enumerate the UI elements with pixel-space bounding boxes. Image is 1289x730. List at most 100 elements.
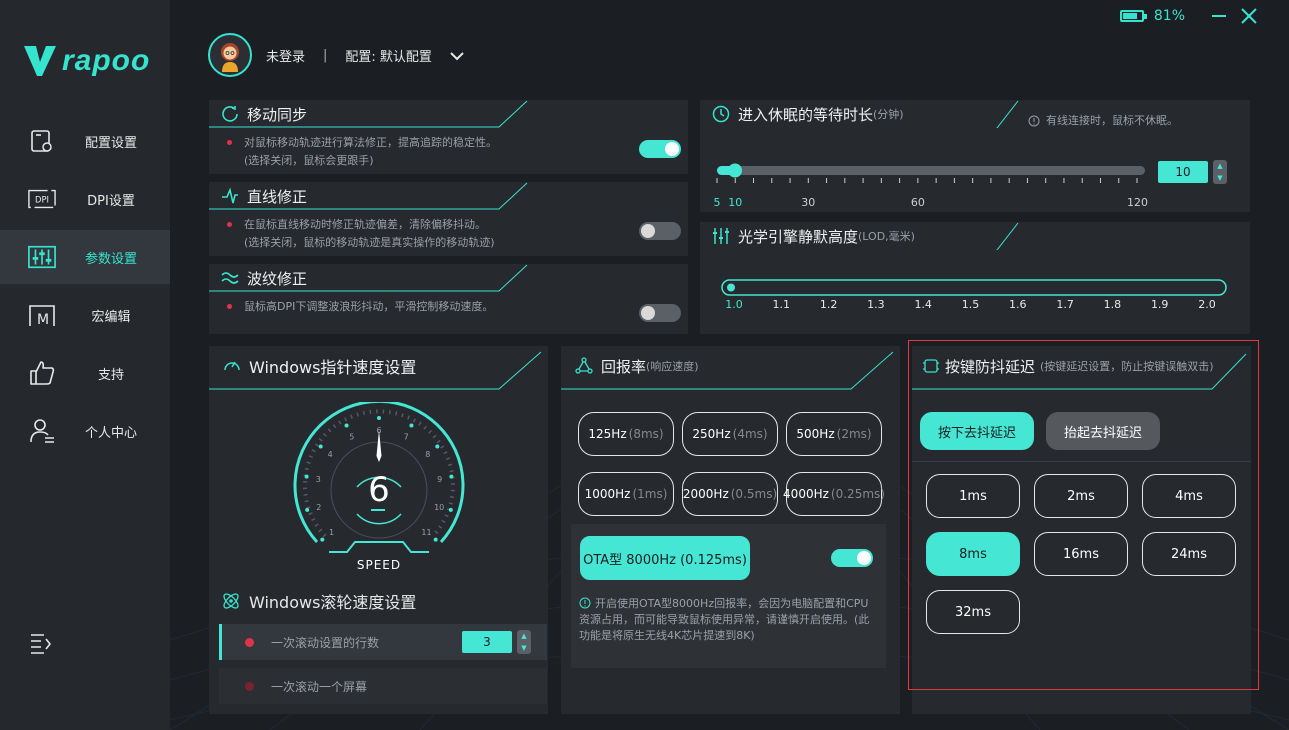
- sidebar-item-dpi[interactable]: DPI DPI设置: [0, 172, 170, 226]
- up-arrow-icon[interactable]: ▲: [521, 632, 526, 640]
- debounce-option-button[interactable]: 8ms: [926, 532, 1020, 576]
- scroll-lines-row: 一次滚动设置的行数 3 ▲ ▼: [219, 624, 547, 660]
- lod-tick-label[interactable]: 1.3: [864, 298, 888, 311]
- scroll-screen-row[interactable]: 一次滚动一个屏幕: [219, 668, 547, 704]
- lod-tick-label[interactable]: 1.8: [1100, 298, 1124, 311]
- lod-tick-label[interactable]: 1.9: [1148, 298, 1172, 311]
- close-icon[interactable]: [1239, 6, 1259, 26]
- sleep-tick-label: 5: [713, 196, 721, 209]
- polling-rate-button[interactable]: 4000Hz (0.25ms): [783, 472, 885, 516]
- up-arrow-icon[interactable]: ▲: [1217, 162, 1222, 170]
- sidebar-item-config[interactable]: 配置设置: [0, 114, 170, 168]
- dial-dot: [318, 444, 323, 449]
- scroll-lines-stepper[interactable]: 3 ▲ ▼: [462, 630, 531, 654]
- rapoo-logo: rapoo: [24, 44, 150, 78]
- lod-tick-label[interactable]: 1.7: [1053, 298, 1077, 311]
- ota-8000hz-button[interactable]: OTA型 8000Hz (0.125ms): [580, 536, 750, 580]
- dial-tick-label: 9: [437, 475, 442, 484]
- battery-icon: [1119, 10, 1147, 22]
- debounce-option-button[interactable]: 1ms: [926, 474, 1020, 518]
- rate-ms: (1ms): [632, 487, 668, 501]
- info-icon: [1028, 115, 1040, 127]
- rate-ms: (4ms): [732, 427, 768, 441]
- bullet-dot: [245, 682, 254, 691]
- chevron-down-icon[interactable]: [450, 46, 464, 65]
- avatar[interactable]: [208, 33, 252, 77]
- collapse-menu-icon[interactable]: [28, 630, 56, 658]
- tab-release-debounce[interactable]: 抬起去抖延迟: [1046, 412, 1160, 450]
- sliders-icon: [28, 243, 56, 271]
- sidebar-item-macro[interactable]: M 宏编辑: [0, 288, 170, 342]
- debounce-option-button[interactable]: 4ms: [1142, 474, 1236, 518]
- rate-ms: (2ms): [836, 427, 872, 441]
- dial-tick-label: 1: [329, 528, 334, 537]
- down-arrow-icon[interactable]: ▼: [1217, 174, 1222, 182]
- separator: |: [323, 47, 328, 63]
- rate-hz: 125Hz: [588, 427, 627, 441]
- sidebar-item-user-center[interactable]: 个人中心: [0, 404, 170, 458]
- scroll-speed-title: Windows滚轮速度设置: [221, 586, 416, 616]
- lod-tick-label[interactable]: 1.5: [959, 298, 983, 311]
- debounce-panel: 按键防抖延迟 (按键延迟设置，防止按键误触双击) 按下去抖延迟 抬起去抖延迟 1…: [912, 346, 1251, 714]
- dial-tick-label: 11: [421, 528, 431, 537]
- sidebar-item-label: 个人中心: [84, 425, 137, 441]
- dial-dot: [320, 537, 325, 542]
- title-underline: [996, 222, 1019, 250]
- scroll-screen-label: 一次滚动一个屏幕: [271, 680, 368, 694]
- debounce-option-button[interactable]: 16ms: [1034, 532, 1128, 576]
- value-underline: [371, 509, 385, 511]
- lod-slider[interactable]: [700, 276, 1240, 300]
- sleep-note: 有线连接时，鼠标不休眠。: [1028, 112, 1178, 130]
- polling-rate-button[interactable]: 125Hz (8ms): [578, 412, 674, 456]
- lod-tick-label[interactable]: 1.2: [817, 298, 841, 311]
- ota-toggle[interactable]: [831, 549, 873, 567]
- lod-tick-label[interactable]: 1.6: [1006, 298, 1030, 311]
- lod-tick-label[interactable]: 1.1: [769, 298, 793, 311]
- user-name[interactable]: 未登录: [266, 46, 305, 65]
- debounce-option-button[interactable]: 32ms: [926, 590, 1020, 634]
- ripple-toggle[interactable]: [639, 304, 681, 322]
- title-underline: [996, 100, 1019, 128]
- rate-hz: 1000Hz: [584, 487, 631, 501]
- dial-tick-label: 8: [425, 450, 430, 459]
- polling-rate-button[interactable]: 1000Hz (1ms): [578, 472, 674, 516]
- thumbs-up-icon: [28, 359, 56, 387]
- scroll-lines-value[interactable]: 3: [462, 631, 512, 653]
- sidebar-item-label: 配置设置: [84, 135, 137, 151]
- motion-sync-toggle[interactable]: [639, 140, 681, 158]
- dial-tick-label: 5: [349, 432, 354, 441]
- config-selector[interactable]: 配置: 默认配置: [345, 46, 432, 65]
- dial-tick-label: 2: [316, 503, 321, 512]
- title-underline: [912, 353, 1247, 390]
- bullet-dot: [227, 140, 232, 145]
- down-arrow-icon[interactable]: ▼: [521, 644, 526, 652]
- debounce-option-button[interactable]: 24ms: [1142, 532, 1236, 576]
- dial-tick-label: 10: [434, 503, 444, 512]
- polling-rate-button[interactable]: 500Hz (2ms): [786, 412, 882, 456]
- lod-panel: 光学引擎静默高度 (LOD,毫米) 1.0 1.1 1.2 1.3 1.4 1.5 1.6 1…: [700, 222, 1250, 334]
- debounce-option-button[interactable]: 2ms: [1034, 474, 1128, 518]
- tab-press-debounce[interactable]: 按下去抖延迟: [920, 412, 1034, 450]
- sidebar-item-label: DPI设置: [87, 193, 135, 209]
- svg-text:M: M: [37, 312, 49, 328]
- polling-rate-button[interactable]: 2000Hz (0.5ms): [682, 472, 778, 516]
- lod-tick-label[interactable]: 1.4: [911, 298, 935, 311]
- lod-tick-label[interactable]: 2.0: [1195, 298, 1219, 311]
- dial-dot: [448, 507, 453, 512]
- angle-snap-panel: 直线修正 在鼠标直线移动时修正轨迹偏差，清除偏移抖动。 (选择关闭，鼠标的移动轨迹…: [209, 182, 688, 256]
- sleep-slider[interactable]: [700, 156, 1160, 186]
- lod-tick-label[interactable]: 1.0: [722, 298, 746, 311]
- scroll-atom-icon: [223, 593, 239, 609]
- sleep-stepper[interactable]: 10 ▲ ▼: [1158, 160, 1227, 184]
- minimize-icon[interactable]: [1209, 6, 1229, 26]
- sidebar-item-support[interactable]: 支持: [0, 346, 170, 400]
- battery-percent: 81%: [1153, 8, 1185, 24]
- angle-snap-toggle[interactable]: [639, 222, 681, 240]
- sleep-panel: 进入休眠的等待时长 (分钟) 有线连接时，鼠标不休眠。 5 10 30 60 120 1…: [700, 100, 1250, 212]
- sleep-value[interactable]: 10: [1158, 161, 1208, 183]
- sleep-tick-label: 10: [728, 196, 743, 209]
- dpi-icon: DPI: [28, 185, 56, 213]
- sidebar-item-params[interactable]: 参数设置: [0, 230, 170, 284]
- polling-rate-button[interactable]: 250Hz (4ms): [682, 412, 778, 456]
- dial-dot: [304, 474, 309, 479]
